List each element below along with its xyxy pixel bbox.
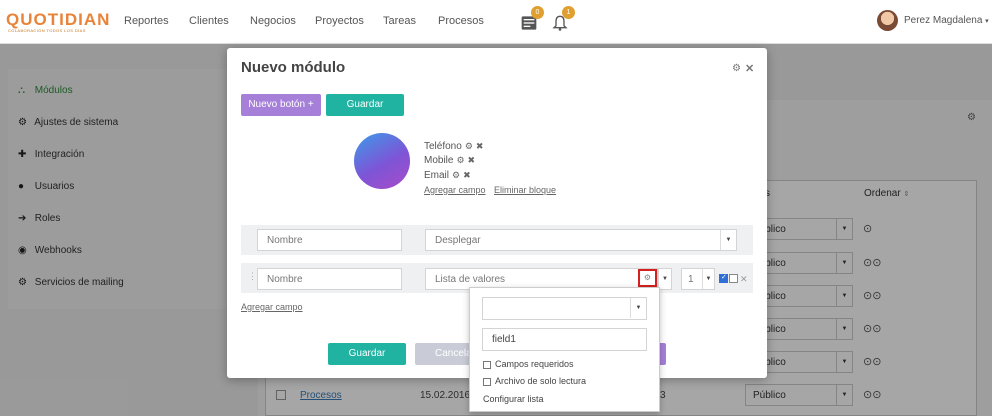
field-telefono: Teléfono ⚙ ✖ <box>424 141 483 152</box>
user-name: Perez Magdalena <box>904 15 983 26</box>
readonly-label: Archivo de solo lectura <box>495 376 587 386</box>
name-input[interactable]: Nombre <box>257 229 402 251</box>
field-mobile: Mobile ⚙ ✖ <box>424 155 475 166</box>
gear-icon[interactable]: ⚙ <box>452 170 460 180</box>
checkbox-checked[interactable] <box>719 273 728 283</box>
save-bottom-button[interactable]: Guardar <box>328 343 406 365</box>
add-field-bottom-link[interactable]: Agregar campo <box>241 302 303 312</box>
hidden-button-edge[interactable] <box>659 343 666 365</box>
modal-title: Nuevo módulo <box>241 59 346 76</box>
nav-tareas[interactable]: Tareas <box>383 15 416 27</box>
close-icon[interactable]: ✖ <box>463 170 471 180</box>
add-field-link[interactable]: Agregar campo <box>424 185 486 195</box>
type-select[interactable]: Desplegar ▼ <box>425 229 737 251</box>
field-label: Email <box>424 170 450 181</box>
chevron-down-icon: ▾ <box>985 18 989 25</box>
user-menu[interactable]: Perez Magdalena ▾ <box>904 15 989 26</box>
gear-icon[interactable]: ⚙ <box>732 63 741 74</box>
module-avatar-circle[interactable] <box>354 133 410 189</box>
close-icon[interactable]: ✕ <box>745 62 754 75</box>
type-select-value: Desplegar <box>435 235 481 246</box>
checkbox[interactable] <box>729 274 738 283</box>
nav-proyectos[interactable]: Proyectos <box>315 15 364 27</box>
type-select-value: Lista de valores <box>435 274 506 285</box>
messages-badge: 0 <box>531 6 544 19</box>
required-label: Campos requeridos <box>495 359 574 369</box>
delete-block-link[interactable]: Eliminar bloque <box>494 185 556 195</box>
nav-clientes[interactable]: Clientes <box>189 15 229 27</box>
cancel-button[interactable]: Cancela <box>415 343 475 365</box>
chevron-down-icon[interactable]: ▼ <box>658 268 672 290</box>
gear-icon[interactable]: ⚙ <box>456 155 464 165</box>
new-button-button[interactable]: Nuevo botón + <box>241 94 321 116</box>
field-email: Email ⚙ ✖ <box>424 170 471 181</box>
chevron-down-icon: ▼ <box>702 269 714 289</box>
field-settings-popup: ▼ field1 Campos requeridos Archivo de so… <box>469 287 660 412</box>
nav-procesos[interactable]: Procesos <box>438 15 484 27</box>
notifications-badge: 1 <box>562 6 575 19</box>
number-select[interactable]: 1 ▼ <box>681 268 715 290</box>
required-checkbox[interactable] <box>483 361 491 369</box>
popup-select[interactable]: ▼ <box>482 297 647 320</box>
number-select-value: 1 <box>688 274 694 285</box>
field-label: Mobile <box>424 155 454 166</box>
chevron-down-icon: ▼ <box>720 230 736 250</box>
readonly-checkbox[interactable] <box>483 378 491 386</box>
logo-text: QUOTIDIAN <box>6 10 111 29</box>
nav-negocios[interactable]: Negocios <box>250 15 296 27</box>
field-settings-gear-icon[interactable]: ⚙ <box>638 269 657 287</box>
configure-list-link[interactable]: Configurar lista <box>483 394 544 404</box>
gear-icon[interactable]: ⚙ <box>465 141 473 151</box>
chevron-down-icon: ▼ <box>630 298 646 318</box>
top-navbar: QUOTIDIAN COLABORACIÓN TODOS LOS DÍAS Re… <box>0 0 992 44</box>
save-top-button[interactable]: Guardar <box>326 94 404 116</box>
close-icon[interactable]: ✖ <box>468 155 476 165</box>
avatar[interactable] <box>877 10 898 31</box>
nav-reportes[interactable]: Reportes <box>124 15 169 27</box>
remove-row-icon[interactable]: ✕ <box>740 274 748 285</box>
field-label: Teléfono <box>424 141 462 152</box>
field-name-input[interactable]: field1 <box>482 328 647 351</box>
logo-subtitle: COLABORACIÓN TODOS LOS DÍAS <box>8 28 86 33</box>
close-icon[interactable]: ✖ <box>476 141 484 151</box>
logo[interactable]: QUOTIDIAN COLABORACIÓN TODOS LOS DÍAS <box>6 10 111 34</box>
name-input[interactable]: Nombre <box>257 268 402 290</box>
